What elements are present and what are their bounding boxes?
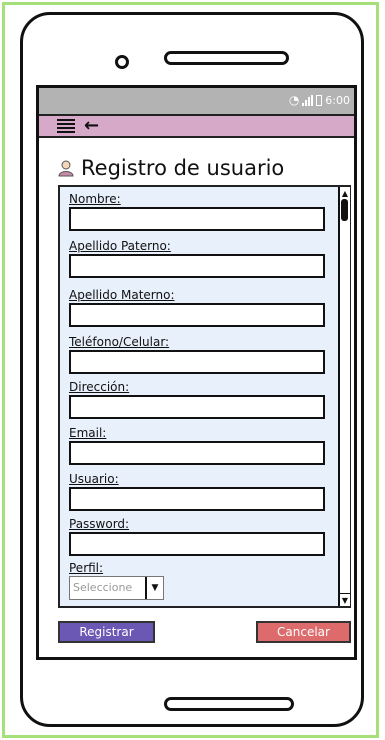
cancel-button[interactable]: Cancelar	[256, 621, 351, 643]
camera-icon	[115, 55, 129, 69]
email-label: Email:	[69, 426, 107, 440]
scroll-down-icon[interactable]: ▼	[340, 593, 350, 606]
chevron-down-icon[interactable]: ▼	[145, 577, 163, 599]
scroll-up-icon[interactable]: ▲	[340, 187, 350, 199]
apellido-materno-field[interactable]	[69, 303, 325, 327]
perfil-select[interactable]: Seleccione ▼	[69, 576, 164, 600]
registration-form: Nombre: Apellido Paterno: Apellido Mater…	[58, 185, 351, 608]
user-icon	[58, 160, 74, 177]
telefono-label: Teléfono/Celular:	[69, 335, 170, 349]
register-button[interactable]: Registrar	[58, 621, 155, 643]
email-field[interactable]	[69, 441, 325, 465]
wifi-icon: ◔	[288, 93, 300, 107]
status-icons: ◔ 6:00	[289, 93, 350, 107]
page-title: Registro de usuario	[81, 156, 285, 180]
usuario-label: Usuario:	[69, 472, 119, 486]
app-bar: ←	[39, 114, 354, 138]
form-scrollbar[interactable]: ▲ ▼	[338, 187, 350, 606]
password-label: Password:	[69, 517, 130, 531]
title-row: Registro de usuario	[57, 156, 284, 180]
menu-icon[interactable]	[57, 119, 75, 133]
app-screen: ◔ 6:00 ← Registro de usuario Nombre: Ape…	[36, 85, 357, 660]
nombre-label: Nombre:	[69, 192, 121, 206]
back-arrow-icon[interactable]: ←	[84, 115, 99, 136]
status-bar: ◔ 6:00	[39, 88, 354, 114]
signal-icon	[302, 94, 314, 106]
telefono-field[interactable]	[69, 350, 325, 374]
apellido-paterno-label: Apellido Paterno:	[69, 239, 171, 253]
direccion-label: Dirección:	[69, 380, 130, 394]
password-field[interactable]	[69, 532, 325, 556]
perfil-label: Perfil:	[69, 561, 104, 575]
speaker-slot	[164, 51, 289, 65]
scroll-thumb[interactable]	[341, 199, 348, 221]
apellido-materno-label: Apellido Materno:	[69, 288, 175, 302]
nombre-field[interactable]	[69, 207, 325, 231]
direccion-field[interactable]	[69, 395, 325, 419]
home-button[interactable]	[164, 697, 294, 711]
battery-icon	[316, 94, 323, 106]
status-time: 6:00	[325, 93, 350, 107]
perfil-select-value: Seleccione	[73, 581, 133, 594]
usuario-field[interactable]	[69, 487, 325, 511]
apellido-paterno-field[interactable]	[69, 254, 325, 278]
